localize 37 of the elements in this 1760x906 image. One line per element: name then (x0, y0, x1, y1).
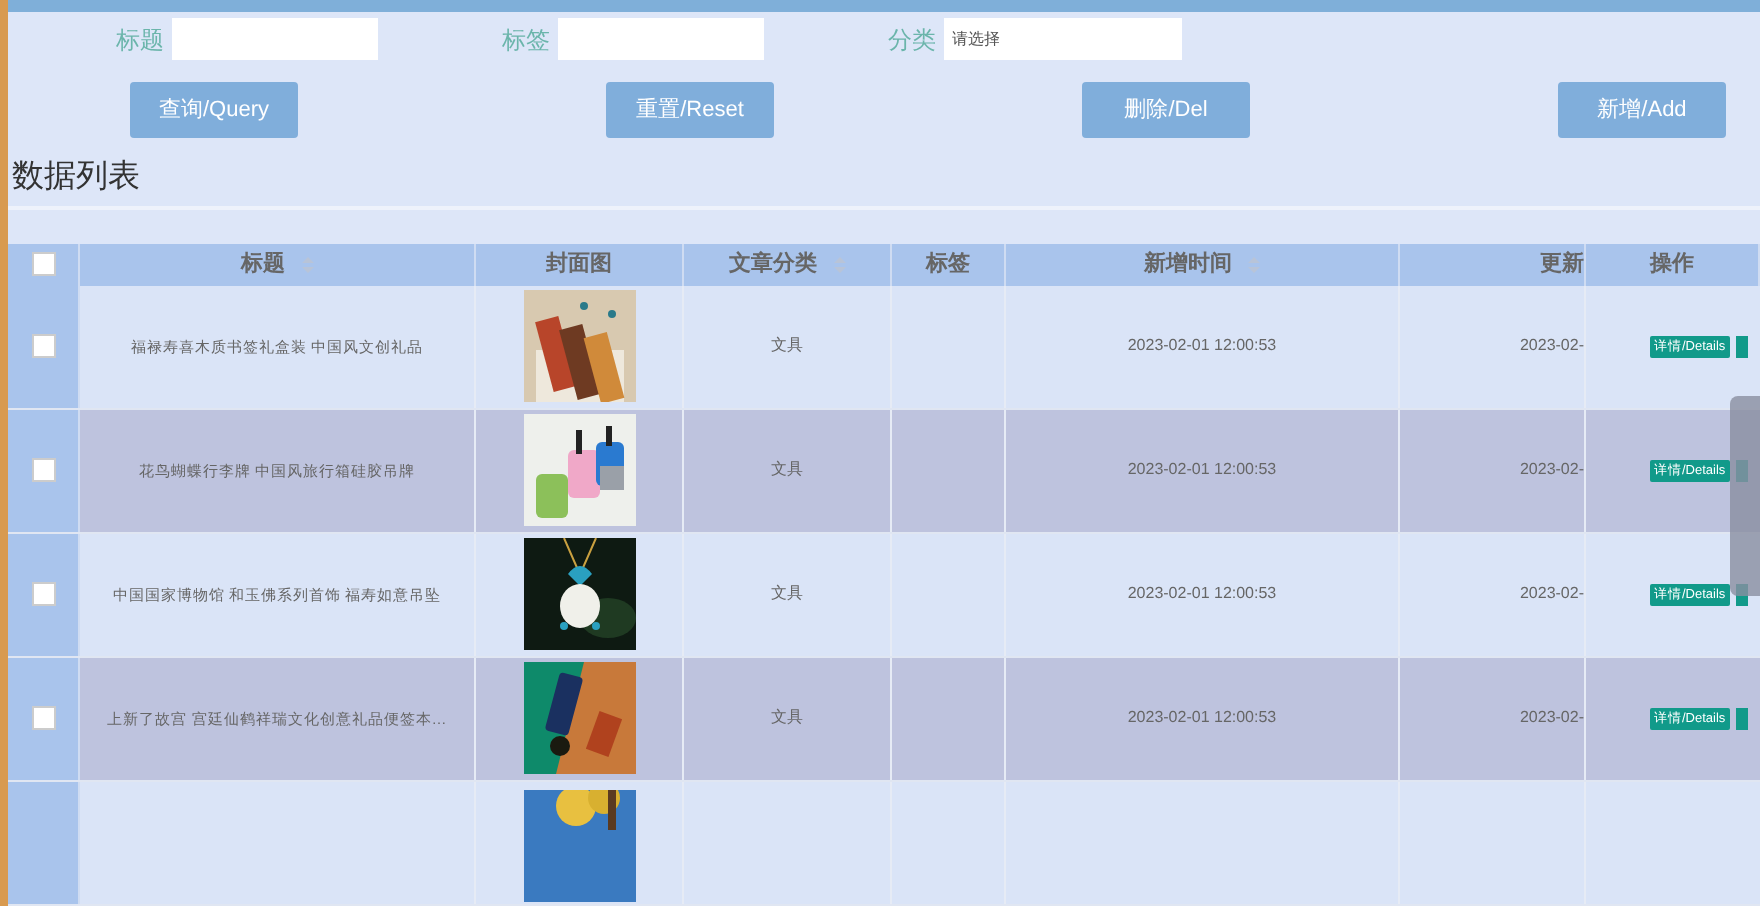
column-header: 标签 (926, 249, 970, 281)
checkbox[interactable] (31, 706, 55, 731)
table-cell: 2023-02- (1519, 458, 1584, 483)
column-header: 新增时间 (1144, 249, 1232, 281)
checkbox[interactable] (31, 334, 55, 359)
table-cell: 2023-02- (1519, 334, 1584, 359)
action-button[interactable]: 删除/Del (1082, 82, 1250, 139)
section-title: 数据列表 (12, 157, 142, 199)
column-header: 标题 (241, 249, 285, 281)
category-select[interactable]: 请选择 (944, 18, 1182, 61)
table-cell: 2023-02-01 12:00:53 (1127, 706, 1277, 731)
column-header: 操作 (1650, 250, 1694, 281)
table-cell: 2023-02-01 12:00:53 (1127, 334, 1277, 359)
table-cell: 文具 (771, 458, 803, 483)
table-cell: 2023-02-01 12:00:53 (1127, 582, 1277, 607)
table-cell: 2023-02-01 12:00:53 (1127, 458, 1277, 483)
action-button[interactable]: 新增/Add (1558, 82, 1726, 139)
checkbox[interactable] (31, 458, 55, 483)
action-button[interactable]: 查询/Query (130, 82, 298, 139)
column-header: 文章分类 (729, 249, 817, 281)
table-cell: 文具 (771, 334, 803, 359)
edit-button[interactable] (1735, 707, 1748, 730)
table-cell: 2023-02- (1519, 706, 1584, 731)
column-header: 更新 (1540, 249, 1584, 281)
filter-label: 分类 (886, 23, 936, 58)
table-cell: 文具 (771, 582, 803, 607)
edit-button[interactable] (1735, 335, 1748, 358)
filter-label: 标题 (114, 23, 164, 58)
text-field[interactable] (172, 18, 378, 61)
column-header: 封面图 (546, 249, 612, 281)
text-field[interactable] (558, 18, 764, 61)
filter-label: 标签 (500, 23, 550, 58)
table-cell: 2023-02- (1519, 582, 1584, 607)
checkbox[interactable] (31, 582, 55, 607)
checkbox[interactable] (31, 252, 55, 277)
table-cell: 文具 (771, 706, 803, 731)
action-button[interactable]: 重置/Reset (606, 82, 774, 139)
